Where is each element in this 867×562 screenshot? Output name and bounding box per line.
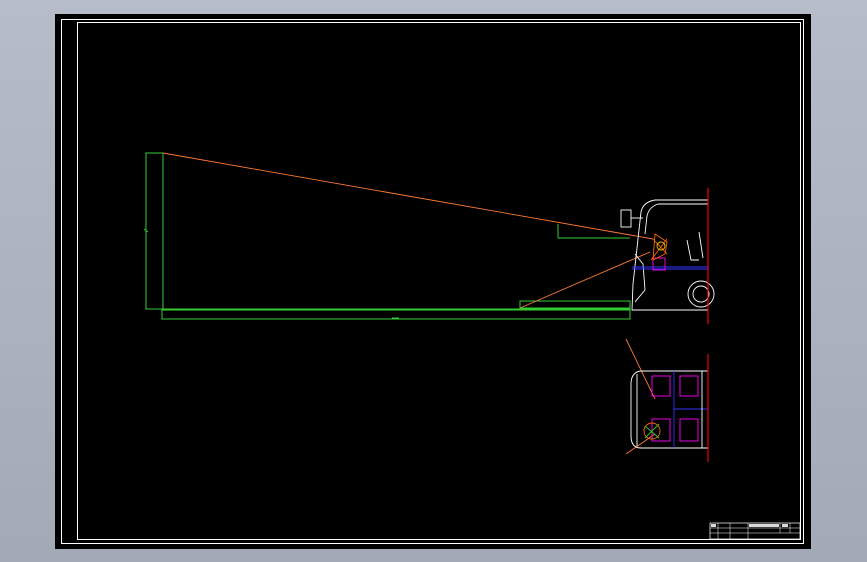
ground-visibility-zone [143, 152, 631, 320]
bus-plan-view [630, 354, 709, 462]
drawing-canvas[interactable] [55, 14, 811, 549]
driver-sightlines [162, 152, 656, 455]
cad-viewport[interactable] [0, 0, 867, 562]
drawing-sheet[interactable] [55, 14, 811, 549]
title-block [709, 522, 801, 540]
inner-frame [77, 22, 801, 540]
outer-frame [61, 19, 804, 544]
bus-side-view [620, 188, 715, 324]
